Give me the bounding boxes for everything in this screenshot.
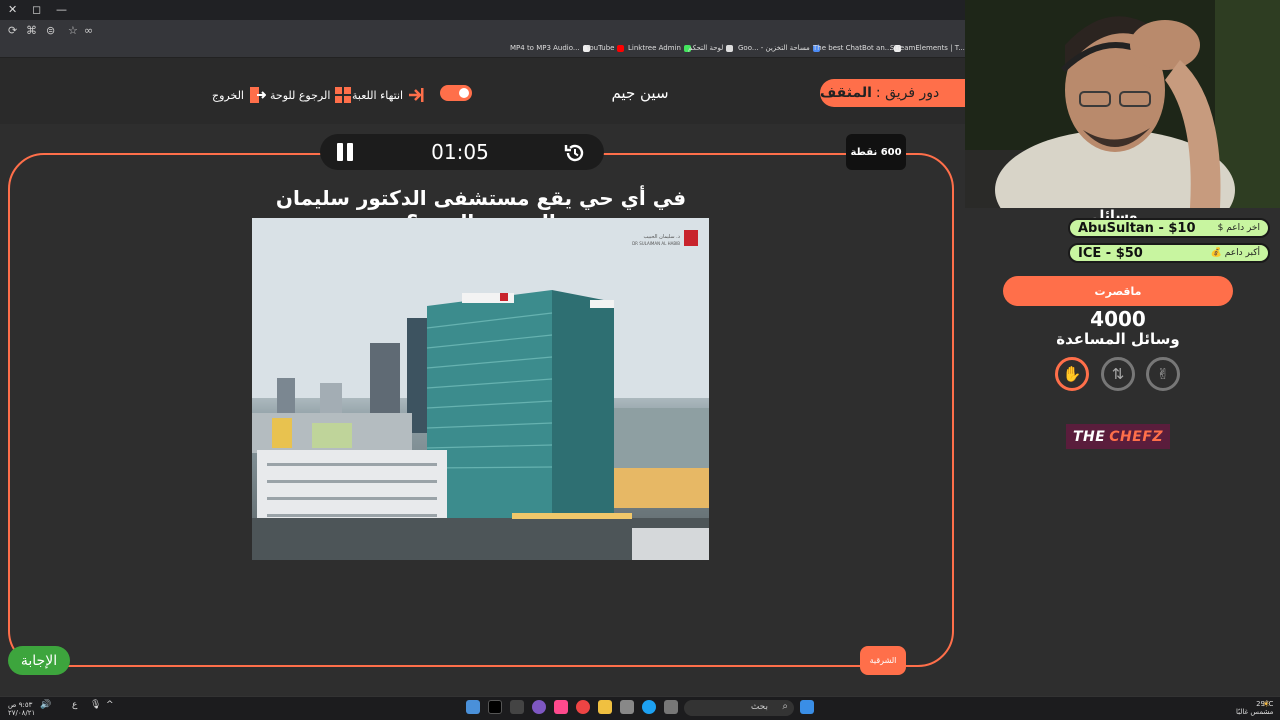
last-donor-value: AbuSultan - $10 [1078,220,1196,236]
webcam-overlay [965,0,1280,208]
store-icon[interactable] [620,700,634,714]
start-icon[interactable] [800,700,814,714]
end-game-icon [409,88,424,102]
photo-logo-ar: د. سليمان الحبيب [643,234,680,240]
turn-team: المثقف [820,85,872,101]
language-indicator[interactable]: ع [72,700,77,710]
browser-titlebar: ✕ ◻ — [0,0,965,20]
close-icon[interactable]: ✕ [8,3,17,16]
streamer-webcam [965,0,1280,208]
search-placeholder: بحث [750,702,768,712]
extension-icon[interactable]: ⌘ [26,24,37,37]
top-donor-label: أكبر داعم 💰 [1210,248,1260,258]
exit-button[interactable]: الخروج [212,86,266,104]
last-donor-label: اخر داعم $ [1217,223,1260,233]
obs-icon[interactable] [532,700,546,714]
exit-icon [250,87,266,103]
back-to-board-button[interactable]: الرجوع للوحة [270,86,352,104]
tiktok-icon[interactable] [488,700,502,714]
timer-display: 01:05 [431,140,489,164]
helps-title: وسائل المساعدة [1056,330,1180,348]
app-icon[interactable] [510,700,524,714]
steam-icon[interactable] [466,700,480,714]
bookmark-item[interactable]: StreamElements | T... [890,44,975,52]
chrome-icon[interactable] [576,700,590,714]
two-fingers-icon[interactable]: ✌ [1146,357,1180,391]
bookmark-item[interactable]: The best ChatBot an... [813,44,902,52]
taskbar-clock[interactable]: ٩:٥٣ ص ٢٧/٠٨/٢١ [8,701,35,717]
photo-logo-en: DR SULAIMAN AL HABIB [632,241,680,246]
end-game-toggle[interactable] [440,85,472,101]
taskbar-search[interactable]: بحث ⌕ [684,700,794,716]
address-bar[interactable]: ⟳ ⌘ ⊜ ☆ ∞ [0,20,965,42]
top-donor-value: ICE - $50 [1078,245,1143,261]
file-explorer-icon[interactable] [598,700,612,714]
bookmark-item[interactable]: YouTube [586,44,625,52]
task-view-icon[interactable] [664,700,678,714]
team-name-button[interactable]: ماقصرت [1003,276,1233,306]
volume-icon[interactable]: 🔊 [40,700,51,710]
turn-prefix: دور فريق : [875,85,940,101]
bookmark-item[interactable]: Goo... - مساحة التخزين [738,44,820,52]
hospital-photo: د. سليمان الحبيب DR SULAIMAN AL HABIB [252,218,709,560]
clock-time: ٩:٥٣ ص [8,701,33,709]
turn-indicator: دور فريق : المثقف [820,79,965,107]
site-info-icon[interactable]: ⊜ [46,24,55,37]
tray-expand-icon[interactable]: ^ [106,700,114,710]
bookmark-item[interactable]: Linktree Admin [628,44,691,52]
game-title: سين جيم [611,84,669,102]
minimize-icon[interactable]: — [56,3,67,16]
board-grid-icon [335,87,352,103]
clock-date: ٢٧/٠٨/٢١ [8,709,36,717]
mic-icon[interactable]: 🎙 [90,700,101,710]
edge-icon[interactable] [642,700,656,714]
bookmark-star-icon[interactable]: ☆ [68,24,78,37]
search-icon: ⌕ [782,701,788,712]
back-to-board-label: الرجوع للوحة [270,88,331,102]
answer-button[interactable]: الإجابة [8,646,70,675]
top-donor-banner: أكبر داعم 💰 ICE - $50 [1068,243,1270,263]
logo-part-1: THE [1072,428,1106,445]
address-text[interactable]: ∞ [84,24,93,37]
maximize-icon[interactable]: ◻ [32,3,41,16]
swap-icon[interactable]: ⇅ [1101,357,1135,391]
weather-sun-icon: ☀ [1262,700,1271,710]
bookmark-item[interactable]: لوحة التحكم [688,44,734,52]
question-image: د. سليمان الحبيب DR SULAIMAN AL HABIB [252,218,709,560]
end-game-label: انتهاء اللعبة [352,88,404,102]
hand-icon[interactable]: ✋ [1055,357,1089,391]
windows-taskbar [0,696,1280,720]
restart-timer-icon[interactable] [563,141,587,165]
app-icon[interactable] [554,700,568,714]
sponsor-logo: THE CHEFZ [1066,424,1170,449]
end-game-button[interactable]: انتهاء اللعبة [352,86,425,104]
points-badge: 600 نقطة [846,134,906,170]
pause-icon[interactable] [336,143,354,161]
reload-icon[interactable]: ⟳ [8,24,17,37]
team-score: 4000 [1090,307,1146,331]
bookmarks-bar: MP4 to MP3 Audio... YouTube Linktree Adm… [0,42,975,58]
category-tag: الشرقية [860,646,906,675]
last-donor-banner: اخر داعم $ AbuSultan - $10 [1068,218,1270,238]
bookmark-item[interactable]: MP4 to MP3 Audio... [510,44,590,52]
exit-label: الخروج [212,88,244,102]
logo-part-2: CHEFZ [1109,428,1164,445]
